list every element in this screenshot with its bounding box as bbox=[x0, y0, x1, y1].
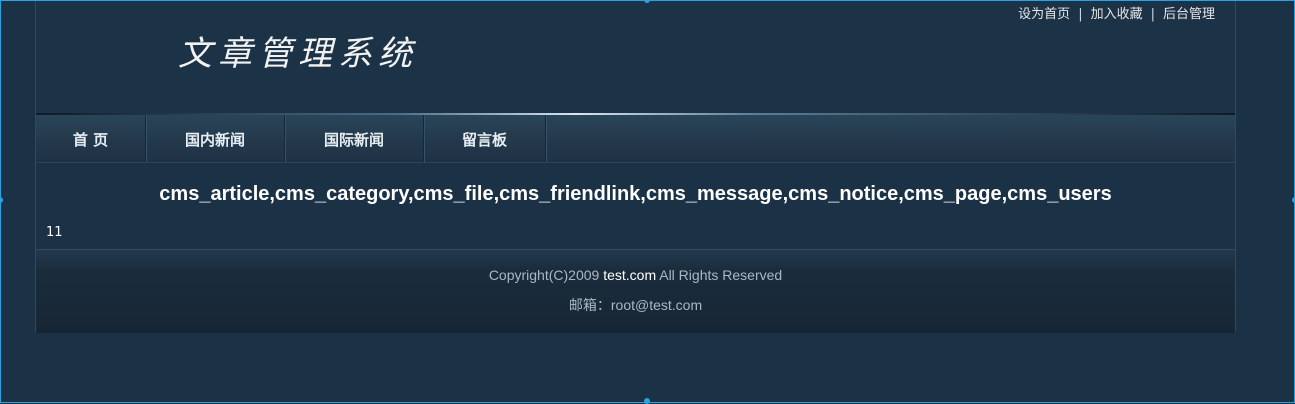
main-nav: 首 页 国内新闻 国际新闻 留言板 bbox=[36, 115, 1235, 163]
count-value: 11 bbox=[46, 225, 63, 240]
footer: Copyright(C)2009 test.com All Rights Res… bbox=[36, 249, 1235, 333]
header: 文章管理系统 设为首页 | 加入收藏 | 后台管理 bbox=[36, 0, 1235, 115]
nav-item-guestbook[interactable]: 留言板 bbox=[424, 115, 546, 162]
nav-item-home[interactable]: 首 页 bbox=[36, 115, 146, 162]
email-label: 邮箱： bbox=[568, 297, 611, 313]
copyright-text: Copyright(C)2009 test.com All Rights Res… bbox=[36, 267, 1235, 283]
site-domain[interactable]: test.com bbox=[603, 267, 656, 283]
link-separator: | bbox=[1150, 7, 1155, 22]
copyright-suffix: All Rights Reserved bbox=[659, 267, 783, 283]
copyright-prefix: Copyright(C)2009 bbox=[488, 267, 600, 283]
email-line: 邮箱：root@test.com bbox=[36, 295, 1235, 315]
admin-link[interactable]: 后台管理 bbox=[1163, 7, 1215, 22]
nav-item-international-news[interactable]: 国际新闻 bbox=[285, 115, 424, 162]
link-separator: | bbox=[1078, 7, 1083, 22]
page-container: 文章管理系统 设为首页 | 加入收藏 | 后台管理 首 页 国内新闻 国际新闻 留言板 … bbox=[35, 0, 1236, 333]
top-links: 设为首页 | 加入收藏 | 后台管理 bbox=[1018, 3, 1215, 22]
resize-handle-bottom[interactable] bbox=[644, 398, 650, 404]
set-homepage-link[interactable]: 设为首页 bbox=[1018, 7, 1070, 22]
main-content: cms_article,cms_category,cms_file,cms_fr… bbox=[36, 163, 1235, 249]
add-favorite-link[interactable]: 加入收藏 bbox=[1091, 7, 1143, 22]
site-logo[interactable]: 文章管理系统 bbox=[178, 26, 418, 75]
nav-item-domestic-news[interactable]: 国内新闻 bbox=[146, 115, 285, 162]
table-list-text: cms_article,cms_category,cms_file,cms_fr… bbox=[159, 183, 1112, 205]
resize-handle-left[interactable] bbox=[0, 197, 3, 203]
email-address[interactable]: root@test.com bbox=[611, 297, 702, 313]
